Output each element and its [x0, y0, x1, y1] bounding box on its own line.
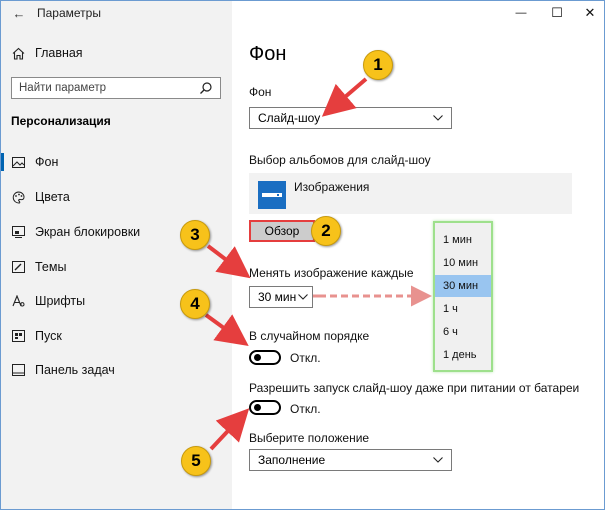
search-placeholder: Найти параметр [19, 82, 107, 94]
minimize-button[interactable]: — [503, 1, 539, 25]
annotation-badge-3: 3 [180, 220, 210, 250]
settings-window: ← Параметры Главная Найти параметр Персо… [0, 0, 605, 510]
search-icon [200, 82, 212, 94]
sidebar-item-label: Панель задач [35, 363, 115, 377]
sidebar-item-colors[interactable]: Цвета [1, 184, 232, 210]
window-controls: — ☐ ✕ [232, 1, 604, 25]
toggle-knob [254, 404, 261, 411]
annotation-badge-1: 1 [363, 50, 393, 80]
interval-option[interactable]: 1 ч [435, 298, 491, 320]
interval-select-value: 30 мин [258, 290, 297, 304]
sidebar-item-label: Экран блокировки [35, 225, 141, 239]
battery-label: Разрешить запуск слайд-шоу даже при пита… [249, 381, 580, 395]
battery-state: Откл. [290, 402, 321, 416]
search-input[interactable]: Найти параметр [11, 77, 221, 99]
image-icon [1, 156, 35, 168]
sidebar: ← Параметры Главная Найти параметр Персо… [1, 1, 232, 509]
albums-label: Выбор альбомов для слайд-шоу [249, 153, 431, 167]
page-title: Фон [249, 43, 287, 65]
background-label: Фон [249, 85, 272, 99]
browse-button-label: Обзор [264, 224, 300, 238]
window-title: Параметры [37, 6, 101, 20]
font-icon [1, 295, 35, 307]
chevron-down-icon [433, 115, 443, 121]
start-icon [1, 330, 35, 342]
interval-option-selected[interactable]: 30 мин [435, 275, 491, 297]
sidebar-item-label: Цвета [35, 190, 70, 204]
fit-label: Выберите положение [249, 431, 370, 445]
chevron-down-icon [433, 457, 443, 463]
lock-screen-icon [1, 226, 35, 238]
album-item[interactable]: Изображения [249, 173, 572, 214]
interval-option[interactable]: 6 ч [435, 321, 491, 343]
sidebar-item-background[interactable]: Фон [1, 149, 232, 175]
annotation-badge-5: 5 [181, 446, 211, 476]
browse-button[interactable]: Обзор [249, 220, 315, 242]
sidebar-item-label: Шрифты [35, 294, 86, 308]
interval-dropdown-list: 1 мин 10 мин 30 мин 1 ч 6 ч 1 день [433, 221, 493, 372]
background-select[interactable]: Слайд-шоу [249, 107, 452, 129]
folder-icon [258, 181, 286, 209]
maximize-button[interactable]: ☐ [539, 1, 575, 25]
brush-icon [1, 261, 35, 273]
chevron-down-icon [298, 294, 308, 300]
sidebar-item-taskbar[interactable]: Панель задач [1, 357, 232, 383]
close-icon: ✕ [584, 5, 596, 20]
interval-option[interactable]: 1 мин [435, 229, 491, 251]
shuffle-toggle[interactable] [249, 350, 281, 365]
interval-option[interactable]: 10 мин [435, 252, 491, 274]
taskbar-icon [1, 364, 35, 376]
maximize-icon: ☐ [551, 5, 563, 20]
battery-toggle[interactable] [249, 400, 281, 415]
interval-option[interactable]: 1 день [435, 344, 491, 366]
minimize-icon: — [515, 7, 527, 19]
home-icon [1, 47, 35, 60]
palette-icon [1, 190, 35, 204]
sidebar-item-label: Пуск [35, 329, 62, 343]
annotation-badge-2: 2 [311, 216, 341, 246]
title-bar: ← Параметры [1, 1, 232, 25]
interval-select[interactable]: 30 мин [249, 286, 313, 308]
background-select-value: Слайд-шоу [258, 111, 321, 125]
close-button[interactable]: ✕ [572, 1, 604, 25]
back-button[interactable]: ← [1, 1, 37, 25]
toggle-knob [254, 354, 261, 361]
shuffle-label: В случайном порядке [249, 329, 370, 343]
main-content: Фон Фон Слайд-шоу Выбор альбомов для сла… [232, 25, 604, 509]
shuffle-state: Откл. [290, 351, 321, 365]
interval-label: Менять изображение каждые [249, 266, 414, 280]
section-title: Персонализация [11, 114, 111, 128]
sidebar-item-label: Фон [35, 155, 59, 169]
fit-select[interactable]: Заполнение [249, 449, 452, 471]
selection-indicator [1, 153, 4, 171]
back-arrow-icon: ← [12, 5, 26, 21]
sidebar-item-themes[interactable]: Темы [1, 254, 232, 280]
annotation-badge-4: 4 [180, 289, 210, 319]
sidebar-item-start[interactable]: Пуск [1, 323, 232, 349]
album-name: Изображения [294, 180, 370, 194]
sidebar-item-label: Темы [35, 260, 67, 274]
nav-home[interactable]: Главная [1, 41, 232, 65]
fit-select-value: Заполнение [258, 453, 326, 467]
nav-home-label: Главная [35, 46, 83, 60]
